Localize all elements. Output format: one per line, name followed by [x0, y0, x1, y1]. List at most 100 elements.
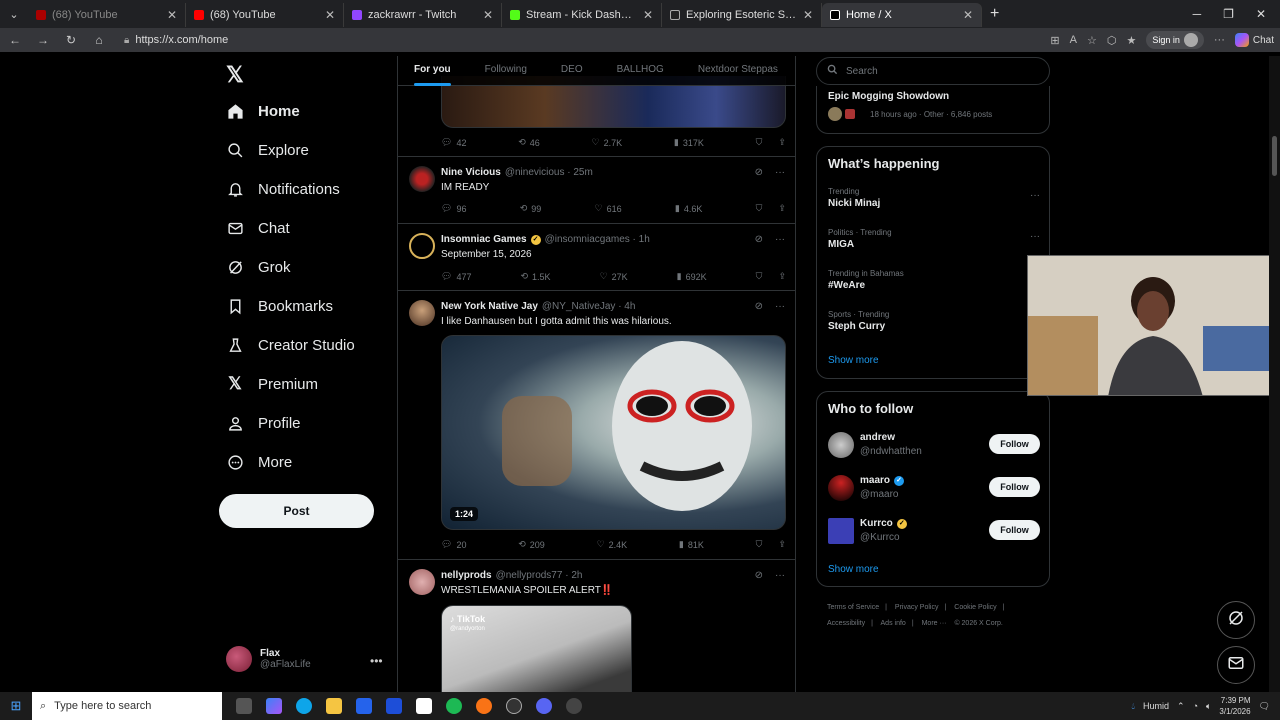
browser-tab-youtube-1[interactable]: (68) YouTube ✕: [28, 3, 186, 27]
messages-floating-button[interactable]: [1217, 646, 1255, 684]
trend-item[interactable]: Sports · Trending Steph Curry: [828, 310, 1040, 332]
share-icon[interactable]: ⇪: [778, 539, 786, 550]
browser-tab-x-home[interactable]: Home / X ✕: [822, 3, 982, 27]
home-browser-icon[interactable]: ⌂: [90, 33, 108, 47]
tweet-author-name[interactable]: Nine Vicious: [441, 167, 501, 178]
reload-icon[interactable]: ↻: [62, 33, 80, 47]
nav-item-profile[interactable]: Profile: [226, 414, 301, 432]
more-icon[interactable]: ···: [1030, 190, 1040, 201]
task-view-icon[interactable]: [236, 698, 252, 714]
tab-following[interactable]: Following: [485, 56, 527, 85]
tweet-author-handle[interactable]: @NY_NativeJay · 4h: [542, 301, 636, 312]
browser-tab-twitch[interactable]: zackrawrr - Twitch ✕: [344, 3, 502, 27]
like-button[interactable]: ♡ 616: [595, 203, 622, 214]
tab-for-you[interactable]: For you: [414, 56, 451, 86]
spotify-icon[interactable]: [446, 698, 462, 714]
views-button[interactable]: ▮ 81K: [679, 539, 704, 550]
extensions-icon[interactable]: ⬡: [1107, 34, 1117, 47]
post-button[interactable]: Post: [219, 494, 374, 528]
browser-tab-kick[interactable]: Stream - Kick Dashboard ✕: [502, 3, 662, 27]
grok-floating-button[interactable]: [1217, 601, 1255, 639]
footer-link[interactable]: Ads info: [881, 620, 906, 627]
tweet[interactable]: Insomniac Games ✓ @insomniacgames · 1h ⊘ ··…: [398, 224, 795, 291]
weather-icon[interactable]: 💧︎: [1131, 701, 1135, 712]
nav-item-explore[interactable]: Explore: [226, 141, 309, 159]
footer-link[interactable]: Cookie Policy: [954, 604, 996, 611]
footer-link[interactable]: Terms of Service: [827, 604, 879, 611]
tweet-author-name[interactable]: nellyprods: [441, 570, 492, 581]
more-icon[interactable]: •••: [370, 654, 383, 668]
close-tab-icon[interactable]: ✕: [643, 8, 653, 22]
more-icon[interactable]: ···: [1030, 231, 1040, 242]
x-logo-icon[interactable]: 𝕏: [226, 62, 244, 88]
taskbar-search-input[interactable]: ⌕ Type here to search: [32, 692, 222, 720]
avatar[interactable]: [409, 300, 435, 326]
copilot-chat-button[interactable]: Chat: [1234, 33, 1274, 47]
read-aloud-icon[interactable]: A: [1070, 34, 1077, 46]
forward-icon[interactable]: →: [34, 33, 52, 47]
close-tab-icon[interactable]: ✕: [803, 8, 813, 22]
search-input[interactable]: Search: [816, 57, 1050, 85]
close-tab-icon[interactable]: ✕: [325, 8, 335, 22]
tweet-author-handle[interactable]: @nellyprods77 · 2h: [496, 570, 583, 581]
show-more-link[interactable]: Show more: [828, 564, 879, 575]
views-button[interactable]: ▮ 4.6K: [675, 203, 702, 214]
tweet[interactable]: New York Native Jay @NY_NativeJay · 4h ⊘ ·…: [398, 291, 795, 560]
back-icon[interactable]: ←: [6, 33, 24, 47]
favorite-star-icon[interactable]: ☆: [1087, 34, 1097, 47]
obs-icon[interactable]: [506, 698, 522, 714]
tweet-author-handle[interactable]: @ninevicious · 25m: [505, 167, 593, 178]
browser-tab-tiktok[interactable]: Exploring Esoteric Symbolism in M ✕: [662, 3, 822, 27]
edge-icon[interactable]: [296, 698, 312, 714]
grok-icon[interactable]: ⊘: [755, 234, 763, 245]
avatar[interactable]: [409, 569, 435, 595]
repost-button[interactable]: ⟲ 209: [518, 539, 545, 550]
sign-in-button[interactable]: Sign in: [1146, 31, 1204, 49]
restore-icon[interactable]: ❐: [1223, 7, 1234, 21]
close-tab-icon[interactable]: ✕: [483, 8, 493, 22]
minimize-icon[interactable]: ─: [1193, 7, 1202, 21]
tweet-video[interactable]: ♪ TikTok @randyorton: [441, 605, 632, 692]
like-button[interactable]: ♡ 27K: [600, 271, 628, 282]
follow-button[interactable]: Follow: [989, 477, 1040, 497]
nav-item-notifications[interactable]: Notifications: [226, 180, 340, 198]
apps-icon[interactable]: ⊞: [1050, 34, 1059, 47]
grok-icon[interactable]: ⊘: [755, 570, 763, 581]
more-icon[interactable]: ···: [775, 301, 785, 312]
scrollbar-thumb[interactable]: [1272, 136, 1277, 176]
browser-tab-youtube-2[interactable]: (68) YouTube ✕: [186, 3, 344, 27]
tab-actions-menu[interactable]: ⌄: [0, 0, 28, 28]
notepad-icon[interactable]: [416, 698, 432, 714]
tray-chevron-icon[interactable]: ⌃: [1177, 701, 1185, 712]
repost-button[interactable]: ⟲ 1.5K: [520, 271, 550, 282]
more-icon[interactable]: ···: [775, 234, 785, 245]
bookmark-icon[interactable]: ⛉: [756, 203, 763, 214]
footer-link[interactable]: Accessibility: [827, 620, 865, 627]
more-icon[interactable]: ···: [775, 570, 785, 581]
windows-start-icon[interactable]: ⊞: [0, 698, 32, 714]
avatar[interactable]: [409, 166, 435, 192]
url-field[interactable]: 🔒︎ https://x.com/home: [118, 30, 1040, 50]
repost-button[interactable]: ⟲ 99: [520, 203, 542, 214]
grok-icon[interactable]: ⊘: [755, 301, 763, 312]
share-icon[interactable]: ⇪: [778, 137, 786, 148]
views-button[interactable]: ▮ 692K: [677, 271, 707, 282]
follow-suggestion[interactable]: andrew @ndwhatthen Follow: [828, 431, 1040, 461]
reply-button[interactable]: 💬︎ 20: [441, 539, 466, 550]
tweet[interactable]: Nine Vicious @ninevicious · 25m ⊘ ··· IM R…: [398, 157, 795, 224]
more-icon[interactable]: ···: [775, 167, 785, 178]
trend-item[interactable]: Politics · Trending MIGA ···: [828, 228, 1040, 250]
show-more-link[interactable]: Show more: [828, 355, 879, 366]
wifi-icon[interactable]: ◔: [1193, 701, 1198, 711]
trend-item[interactable]: Trending in Bahamas #WeAre: [828, 269, 1040, 291]
live-event-card[interactable]: Epic Mogging Showdown 18 hours ago · Oth…: [816, 86, 1050, 134]
follow-button[interactable]: Follow: [989, 520, 1040, 540]
discord-icon[interactable]: [536, 698, 552, 714]
close-window-icon[interactable]: ✕: [1256, 7, 1266, 21]
volume-icon[interactable]: 🔈︎: [1206, 701, 1211, 712]
follow-suggestion[interactable]: Kurrco ✓ @Kurrco Follow: [828, 517, 1040, 547]
file-explorer-icon[interactable]: [326, 698, 342, 714]
close-tab-icon[interactable]: ✕: [167, 8, 177, 22]
close-tab-icon[interactable]: ✕: [963, 8, 973, 22]
nav-item-grok[interactable]: Grok: [226, 258, 291, 276]
